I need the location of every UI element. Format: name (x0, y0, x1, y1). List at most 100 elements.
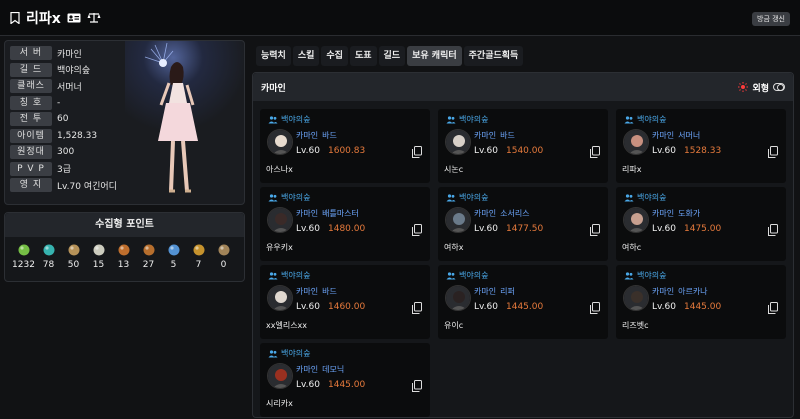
class-name: 아르카나 (678, 287, 708, 296)
refresh-status-button[interactable]: 방금 갱신 (752, 12, 790, 26)
collection-item[interactable]: 5 (161, 243, 186, 279)
character-card[interactable]: 백야의숲 카마인 소서리스 Lv.60 1477.50 여하x (438, 187, 608, 261)
character-level: Lv.60 (296, 302, 320, 312)
server-name: 카마인 (474, 131, 497, 140)
tab-2[interactable]: 수집 (321, 46, 348, 66)
collection-item[interactable]: 50 (61, 243, 86, 279)
character-card[interactable]: 백야의숲 카마인 배틀마스터 Lv.60 1480.00 유우키x (260, 187, 430, 261)
top-header: 리파x 방금 갱신 (0, 0, 800, 36)
item-level: 1540.00 (506, 146, 544, 156)
server-title: 카마인 (261, 83, 286, 94)
server-name: 카마인 (296, 131, 319, 140)
collection-item[interactable]: 15 (86, 243, 111, 279)
tab-4[interactable]: 길드 (378, 46, 406, 66)
guild-name: 백야의숲 (459, 193, 489, 202)
class-name: 소서리스 (500, 209, 530, 218)
appearance-toggle-group[interactable]: 외형 (738, 81, 793, 94)
copy-icon[interactable] (768, 302, 778, 314)
character-level: Lv.60 (652, 302, 676, 312)
character-card[interactable]: 백야의숲 카마인 아르카나 Lv.60 1445.00 리즈벳c (616, 265, 786, 339)
character-avatar (267, 207, 293, 233)
guild-line: 백야의숲 (446, 114, 488, 125)
stat-label: 원정대 (10, 145, 52, 160)
server-name: 카마인 (652, 209, 675, 218)
character-name: 리즈벳c (622, 321, 649, 330)
tab-1[interactable]: 스킬 (292, 46, 320, 66)
stats-list: 서 버 카마인 길 드 백야의숲 클래스 서머너 칭 호-전 투 60 아이템 1,528.33 원… (10, 45, 117, 194)
character-avatar (623, 207, 649, 233)
stat-value: 서머너 (57, 82, 82, 93)
guild-line: 백야의숲 (268, 114, 310, 125)
id-card-icon[interactable] (67, 13, 81, 23)
server-name: 카마인 (474, 209, 497, 218)
tab-0[interactable]: 능력치 (256, 46, 291, 66)
character-card[interactable]: 백야의숲 카마인 바드 Lv.60 1540.00 시논c (438, 109, 608, 183)
item-level: 1445.00 (506, 302, 544, 312)
guild-line: 백야의숲 (268, 270, 310, 281)
character-card[interactable]: 백야의숲 카마인 데모닉 Lv.60 1445.00 시리카x (260, 343, 430, 417)
character-level: Lv.60 (296, 380, 320, 390)
character-card[interactable]: 백야의숲 카마인 리퍼 Lv.60 1445.00 유이c (438, 265, 608, 339)
character-card[interactable]: 백야의숲 카마인 서머너 Lv.60 1528.33 리파x (616, 109, 786, 183)
stat-row: 길 드 백야의숲 (10, 62, 117, 79)
guild-name: 백야의숲 (459, 115, 489, 124)
guild-line: 백야의숲 (624, 270, 666, 281)
bookmark-icon[interactable] (10, 11, 20, 24)
character-name: 유우키x (266, 243, 293, 252)
character-avatar (267, 363, 293, 389)
tab-6[interactable]: 주간골드획득 (463, 46, 524, 66)
character-card[interactable]: 백야의숲 카마인 바드 Lv.60 1460.00 xx엘리스xx (260, 265, 430, 339)
item-level: 1480.00 (328, 224, 366, 234)
users-icon (446, 271, 456, 279)
server-class: 카마인 바드 (296, 286, 341, 297)
scale-icon[interactable] (87, 12, 101, 23)
server-name: 카마인 (474, 287, 497, 296)
class-name: 도화가 (678, 209, 701, 218)
users-icon (624, 115, 634, 123)
class-name: 리퍼 (500, 287, 515, 296)
users-icon (446, 193, 456, 201)
sea-bounty-icon (168, 244, 179, 256)
character-name: 여하x (444, 243, 464, 252)
copy-icon[interactable] (590, 224, 600, 236)
world-tree-leaf-icon (193, 244, 204, 256)
tab-5[interactable]: 보유 캐릭터 (407, 46, 462, 66)
users-icon (446, 115, 456, 123)
server-class: 카마인 데모닉 (296, 364, 348, 375)
art-scroll-icon (68, 244, 79, 256)
collection-item[interactable]: 7 (186, 243, 211, 279)
collection-item[interactable]: 78 (36, 243, 61, 279)
character-card[interactable]: 백야의숲 카마인 바드 Lv.60 1600.83 아스나x (260, 109, 430, 183)
collection-item[interactable]: 13 (111, 243, 136, 279)
copy-icon[interactable] (590, 302, 600, 314)
appearance-toggle[interactable] (773, 83, 785, 91)
tab-3[interactable]: 도표 (349, 46, 377, 66)
stat-row: 클래스 서머너 (10, 78, 117, 95)
stat-row: 서 버 카마인 (10, 45, 117, 62)
item-level: 1445.00 (684, 302, 722, 312)
server-name: 카마인 (652, 131, 675, 140)
guild-name: 백야의숲 (637, 193, 667, 202)
copy-icon[interactable] (412, 224, 422, 236)
collection-count: 15 (92, 260, 105, 270)
copy-icon[interactable] (590, 146, 600, 158)
character-name: xx엘리스xx (266, 321, 308, 330)
collection-item[interactable]: 27 (136, 243, 161, 279)
character-level: Lv.60 (296, 224, 320, 234)
stat-value: 3급 (57, 165, 72, 176)
copy-icon[interactable] (412, 146, 422, 158)
collection-count: 1232 (12, 260, 35, 270)
character-level: Lv.60 (296, 146, 320, 156)
users-icon (624, 193, 634, 201)
copy-icon[interactable] (768, 146, 778, 158)
collection-item[interactable]: 0 (211, 243, 236, 279)
character-card[interactable]: 백야의숲 카마인 도화가 Lv.60 1475.00 여하c (616, 187, 786, 261)
copy-icon[interactable] (412, 302, 422, 314)
copy-icon[interactable] (412, 380, 422, 392)
stat-row: 원정대 300 (10, 144, 117, 161)
collection-item[interactable]: 1232 (11, 243, 36, 279)
class-name: 바드 (322, 287, 337, 296)
character-avatar (623, 129, 649, 155)
collection-count: 13 (117, 260, 130, 270)
copy-icon[interactable] (768, 224, 778, 236)
